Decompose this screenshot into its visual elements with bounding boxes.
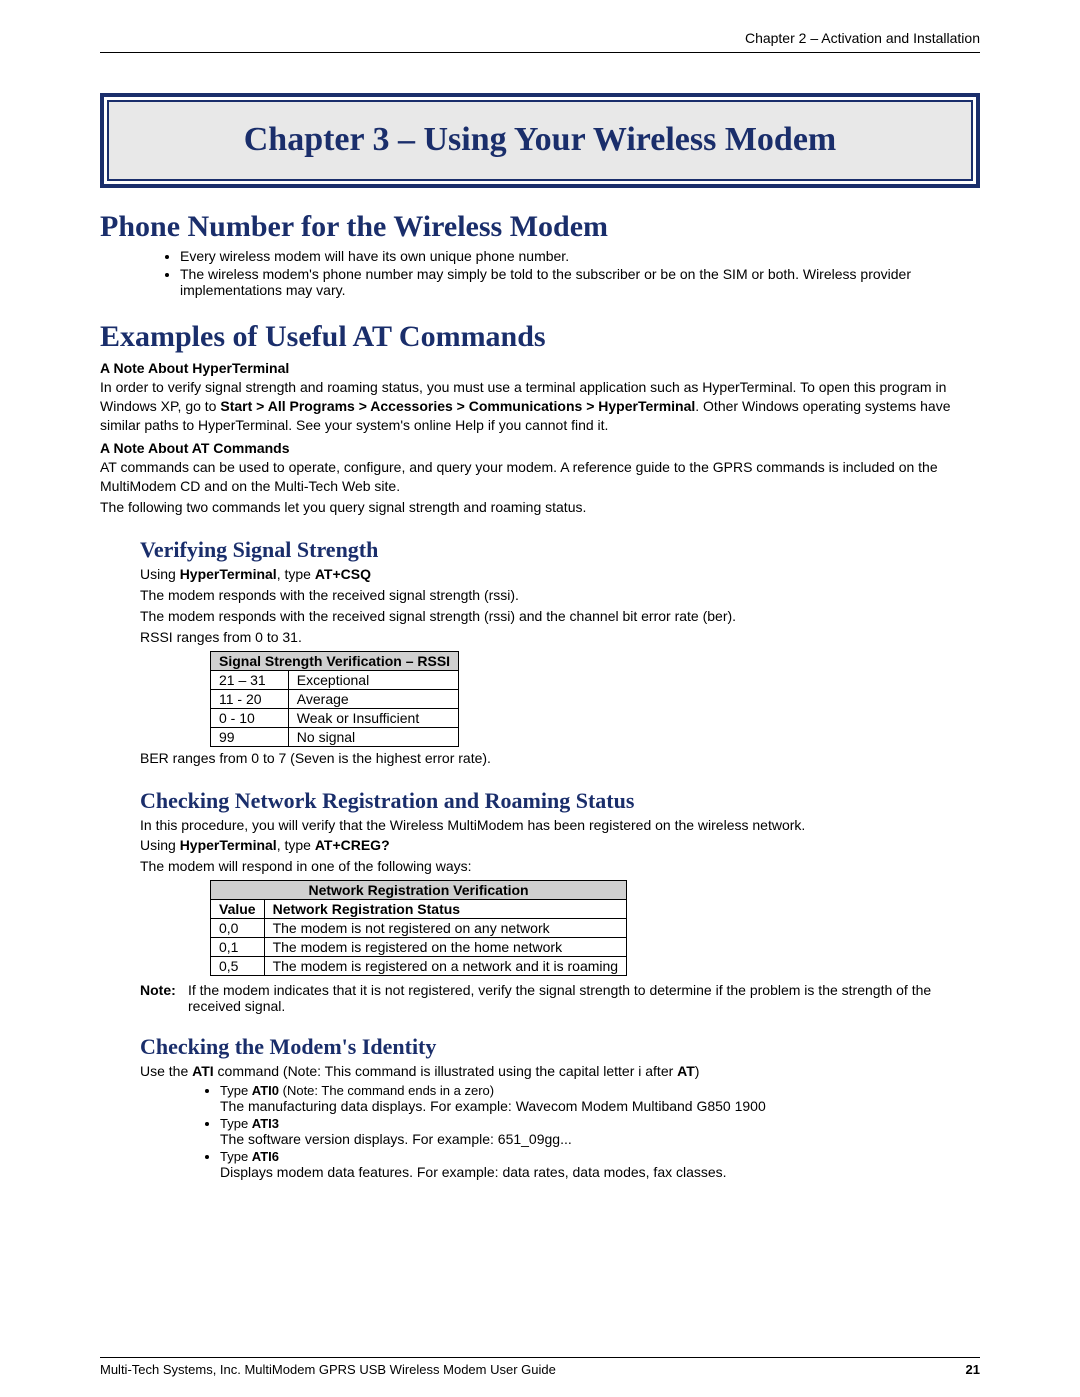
- cell: 0,5: [211, 957, 265, 976]
- text: Type: [220, 1116, 252, 1131]
- text-bold: AT: [677, 1063, 695, 1079]
- heading-modem-identity: Checking the Modem's Identity: [140, 1034, 980, 1060]
- text: command (Note: This command is illustrat…: [214, 1063, 678, 1079]
- note-hyperterminal-text: In order to verify signal strength and r…: [100, 378, 980, 435]
- table-row: 99No signal: [211, 727, 459, 746]
- line: The modem will respond in one of the fol…: [140, 857, 980, 876]
- column-header: Network Registration Status: [264, 900, 627, 919]
- line: The modem responds with the received sig…: [140, 607, 980, 626]
- heading-phone-number: Phone Number for the Wireless Modem: [100, 210, 980, 244]
- table-row: 0,0The modem is not registered on any ne…: [211, 919, 627, 938]
- registration-note: Note: If the modem indicates that it is …: [140, 982, 980, 1014]
- line: Using HyperTerminal, type AT+CSQ: [140, 565, 980, 584]
- table-header: Signal Strength Verification – RSSI: [211, 651, 459, 670]
- cell: The modem is not registered on any netwo…: [264, 919, 627, 938]
- table-row: 0,1The modem is registered on the home n…: [211, 938, 627, 957]
- running-header: Chapter 2 – Activation and Installation: [100, 30, 980, 46]
- cell: Average: [288, 689, 458, 708]
- note-at-commands-label: A Note About AT Commands: [100, 440, 980, 456]
- table-row: 0 - 10Weak or Insufficient: [211, 708, 459, 727]
- footer-rule: [100, 1357, 980, 1358]
- text: Type: [220, 1149, 252, 1164]
- text: Type: [220, 1083, 252, 1098]
- cell: 11 - 20: [211, 689, 289, 708]
- page: Chapter 2 – Activation and Installation …: [0, 0, 1080, 1397]
- note-text: If the modem indicates that it is not re…: [188, 982, 980, 1014]
- signal-strength-block: Using HyperTerminal, type AT+CSQ The mod…: [140, 565, 980, 647]
- list-item: Type ATI0 (Note: The command ends in a z…: [220, 1083, 980, 1114]
- cell: Exceptional: [288, 670, 458, 689]
- network-reg-block: In this procedure, you will verify that …: [140, 816, 980, 877]
- text: Displays modem data features. For exampl…: [220, 1164, 727, 1180]
- chapter-title-inner: Chapter 3 – Using Your Wireless Modem: [107, 100, 973, 181]
- line: RSSI ranges from 0 to 31.: [140, 628, 980, 647]
- text: The manufacturing data displays. For exa…: [220, 1098, 766, 1114]
- note-hyperterminal-label: A Note About HyperTerminal: [100, 360, 980, 376]
- text-bold: ATI0: [252, 1083, 279, 1098]
- cell: 0 - 10: [211, 708, 289, 727]
- identity-bullets: Type ATI0 (Note: The command ends in a z…: [220, 1083, 980, 1180]
- text: The software version displays. For examp…: [220, 1131, 572, 1147]
- table-subheader: Value Network Registration Status: [211, 900, 627, 919]
- text-bold: AT+CSQ: [315, 566, 371, 582]
- footer-text: Multi-Tech Systems, Inc. MultiModem GPRS…: [100, 1362, 556, 1377]
- line: Using HyperTerminal, type AT+CREG?: [140, 836, 980, 855]
- text-bold: ATI: [192, 1063, 214, 1079]
- rssi-table: Signal Strength Verification – RSSI 21 –…: [210, 651, 459, 747]
- cell: The modem is registered on the home netw…: [264, 938, 627, 957]
- chapter-title-box: Chapter 3 – Using Your Wireless Modem: [100, 93, 980, 188]
- table-row: 0,5The modem is registered on a network …: [211, 957, 627, 976]
- list-item: The wireless modem's phone number may si…: [180, 266, 980, 298]
- note-at-commands-text-2: The following two commands let you query…: [100, 498, 980, 517]
- text: , type: [277, 837, 315, 853]
- table-row: 21 – 31Exceptional: [211, 670, 459, 689]
- column-header: Value: [211, 900, 265, 919]
- header-rule: [100, 52, 980, 53]
- cell: The modem is registered on a network and…: [264, 957, 627, 976]
- cell: No signal: [288, 727, 458, 746]
- note-at-commands-text-1: AT commands can be used to operate, conf…: [100, 458, 980, 496]
- text-bold: ATI3: [252, 1116, 279, 1131]
- text: Use the: [140, 1063, 192, 1079]
- list-item: Type ATI3 The software version displays.…: [220, 1116, 980, 1147]
- heading-at-commands: Examples of Useful AT Commands: [100, 320, 980, 354]
- identity-block: Use the ATI command (Note: This command …: [140, 1062, 980, 1081]
- text-bold: HyperTerminal: [180, 837, 277, 853]
- line: In this procedure, you will verify that …: [140, 816, 980, 835]
- ber-note: BER ranges from 0 to 7 (Seven is the hig…: [140, 749, 980, 768]
- note-label: Note:: [140, 982, 188, 1014]
- table-row: 11 - 20Average: [211, 689, 459, 708]
- table-header: Network Registration Verification: [211, 881, 627, 900]
- text-bold: AT+CREG?: [315, 837, 390, 853]
- text: Using: [140, 566, 180, 582]
- text-bold: Start > All Programs > Accessories > Com…: [220, 398, 695, 414]
- text: , type: [277, 566, 315, 582]
- chapter-title: Chapter 3 – Using Your Wireless Modem: [139, 120, 941, 161]
- page-number: 21: [966, 1362, 980, 1377]
- cell: 0,1: [211, 938, 265, 957]
- text: ): [695, 1063, 700, 1079]
- network-reg-table: Network Registration Verification Value …: [210, 880, 627, 976]
- phone-number-bullets: Every wireless modem will have its own u…: [180, 248, 980, 298]
- cell: 99: [211, 727, 289, 746]
- list-item: Type ATI6 Displays modem data features. …: [220, 1149, 980, 1180]
- line: The modem responds with the received sig…: [140, 586, 980, 605]
- cell: 21 – 31: [211, 670, 289, 689]
- line: Use the ATI command (Note: This command …: [140, 1062, 980, 1081]
- footer: Multi-Tech Systems, Inc. MultiModem GPRS…: [100, 1357, 980, 1377]
- text-bold: ATI6: [252, 1149, 279, 1164]
- cell: Weak or Insufficient: [288, 708, 458, 727]
- heading-signal-strength: Verifying Signal Strength: [140, 537, 980, 563]
- text-bold: HyperTerminal: [180, 566, 277, 582]
- cell: 0,0: [211, 919, 265, 938]
- heading-network-registration: Checking Network Registration and Roamin…: [140, 788, 980, 814]
- text: Using: [140, 837, 180, 853]
- list-item: Every wireless modem will have its own u…: [180, 248, 980, 264]
- text: (Note: The command ends in a zero): [279, 1083, 494, 1098]
